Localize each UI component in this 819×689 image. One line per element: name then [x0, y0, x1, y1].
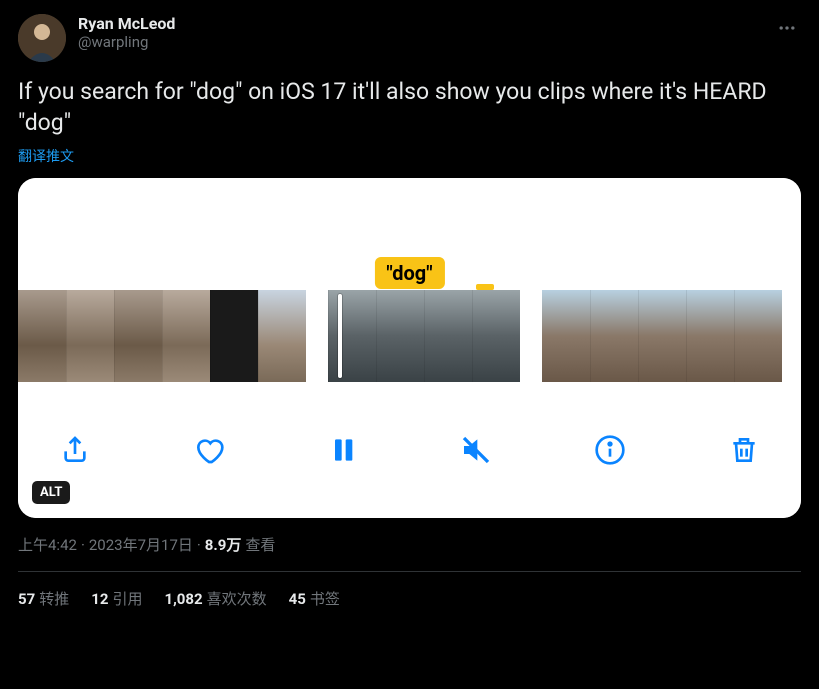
clip-thumbnail [66, 290, 114, 382]
info-button[interactable] [591, 431, 629, 469]
like-button[interactable] [190, 431, 228, 469]
clip-thumbnail [424, 290, 472, 382]
tweet-container: Ryan McLeod @warpling If you search for … [0, 0, 819, 623]
bookmarks-stat[interactable]: 45书签 [289, 588, 340, 609]
pause-icon [327, 434, 359, 466]
video-timeline[interactable] [18, 290, 801, 382]
clip-thumbnail [376, 290, 424, 382]
user-handle[interactable]: @warpling [78, 33, 175, 51]
tweet-meta: 上午4:42 · 2023年7月17日 · 8.9万 查看 [18, 534, 801, 572]
share-button[interactable] [56, 431, 94, 469]
display-name[interactable]: Ryan McLeod [78, 14, 175, 33]
clip-thumbnail [542, 290, 590, 382]
more-icon [777, 18, 797, 38]
clip-thumbnail [638, 290, 686, 382]
tweet-header: Ryan McLeod @warpling [18, 14, 801, 62]
quotes-stat[interactable]: 12引用 [91, 588, 142, 609]
timeline-playhead[interactable] [338, 294, 342, 378]
media-controls: ALT [18, 382, 801, 518]
pause-button[interactable] [324, 431, 362, 469]
avatar[interactable] [18, 14, 66, 62]
info-icon [594, 434, 626, 466]
mute-button[interactable] [457, 431, 495, 469]
clip-thumbnail [590, 290, 638, 382]
clip-group-2[interactable] [328, 290, 520, 382]
alt-text-badge[interactable]: ALT [32, 481, 70, 504]
tweet-text: If you search for "dog" on iOS 17 it'll … [18, 76, 801, 138]
mute-icon [460, 434, 492, 466]
trash-icon [728, 434, 760, 466]
search-tag-label: "dog" [374, 257, 444, 289]
views-label: 查看 [245, 534, 275, 555]
avatar-image [18, 14, 66, 62]
clip-thumbnail [162, 290, 210, 382]
clip-thumbnail [472, 290, 520, 382]
clip-thumbnail [686, 290, 734, 382]
clip-group-1[interactable] [18, 290, 306, 382]
clip-thumbnail [210, 290, 258, 382]
media-top-area: "dog" [18, 178, 801, 290]
views-count[interactable]: 8.9万 [205, 534, 242, 555]
share-icon [59, 434, 91, 466]
more-menu-button[interactable] [773, 14, 801, 46]
tweet-stats: 57转推 12引用 1,082喜欢次数 45书签 [18, 588, 801, 609]
clip-group-3[interactable] [542, 290, 782, 382]
clip-thumbnail [18, 290, 66, 382]
likes-stat[interactable]: 1,082喜欢次数 [164, 588, 266, 609]
heart-icon [193, 434, 225, 466]
retweets-stat[interactable]: 57转推 [18, 588, 69, 609]
clip-thumbnail [734, 290, 782, 382]
tweet-time[interactable]: 上午4:42 [18, 534, 77, 555]
translate-link[interactable]: 翻译推文 [18, 146, 801, 166]
tweet-date[interactable]: 2023年7月17日 [89, 534, 193, 555]
clip-thumbnail [114, 290, 162, 382]
clip-thumbnail [328, 290, 376, 382]
delete-button[interactable] [725, 431, 763, 469]
user-info: Ryan McLeod @warpling [78, 14, 175, 51]
tweet-media[interactable]: "dog" [18, 178, 801, 518]
clip-thumbnail [258, 290, 306, 382]
